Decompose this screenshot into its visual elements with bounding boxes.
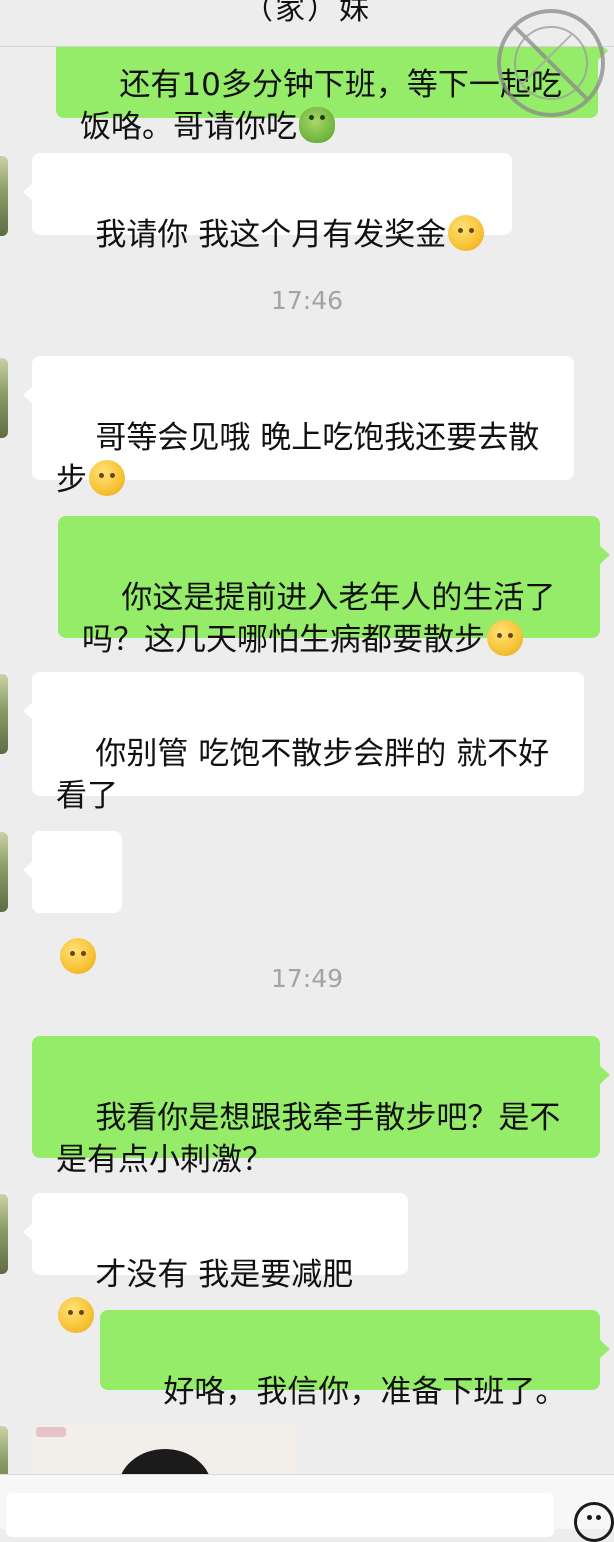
message-bubble-incoming[interactable]: 哥等会见哦 晚上吃饱我还要去散步 [23,356,574,498]
message-text: 你这是提前进入老年人的生活了吗？这几天哪怕生病都要散步 [82,580,556,658]
message-text: 我看你是想跟我牵手散步吧？是不是有点小刺激？ [56,1100,561,1178]
emoji-icon[interactable] [574,1502,614,1542]
image-message[interactable] [32,1425,296,1474]
message-text: 我请你 我这个月有发奖金 [95,217,447,253]
contact-avatar[interactable] [0,674,8,754]
contact-avatar[interactable] [0,156,8,236]
blush-emoji-icon [448,215,485,251]
message-text: 才没有 我是要减肥 [95,1257,354,1293]
message-bubble-outgoing[interactable]: 我看你是想跟我牵手散步吧？是不是有点小刺激？ [32,1036,610,1178]
image-tag [36,1427,66,1437]
message-text: 你别管 吃饱不散步会胖的 就不好看了 [56,736,550,814]
message-text: 哥等会见哦 晚上吃饱我还要去散步 [56,420,540,498]
input-bar [0,1474,614,1542]
contact-avatar[interactable] [0,358,8,438]
message-bubble-incoming[interactable] [23,831,122,974]
message-input[interactable] [6,1493,554,1537]
timestamp: 17:46 [270,286,344,315]
message-text: 好咯，我信你，准备下班了。 [163,1374,567,1410]
contact-avatar[interactable] [0,1426,8,1474]
message-bubble-incoming[interactable]: 你别管 吃饱不散步会胖的 就不好看了 [23,672,584,814]
frog-emoji-icon [299,107,335,143]
hand-over-mouth-emoji-icon [58,1297,94,1333]
timestamp: 17:49 [270,964,344,993]
image-subject [118,1449,212,1474]
watermark-stamp-icon [497,9,605,117]
message-bubble-incoming[interactable]: 才没有 我是要减肥 [23,1193,408,1333]
chat-area[interactable]: 还有10多分钟下班，等下一起吃饭咯。哥请你吃 我请你 我这个月有发奖金 17:4… [0,0,614,1474]
message-bubble-outgoing[interactable]: 好咯，我信你，准备下班了。 [100,1310,610,1410]
hand-over-mouth-emoji-icon [89,460,125,496]
contact-avatar[interactable] [0,1194,8,1274]
kissing-emoji-icon [487,620,523,656]
message-bubble-incoming[interactable]: 我请你 我这个月有发奖金 [23,153,512,253]
message-bubble-outgoing[interactable]: 你这是提前进入老年人的生活了吗？这几天哪怕生病都要散步 [58,516,610,658]
contact-avatar[interactable] [0,832,8,912]
